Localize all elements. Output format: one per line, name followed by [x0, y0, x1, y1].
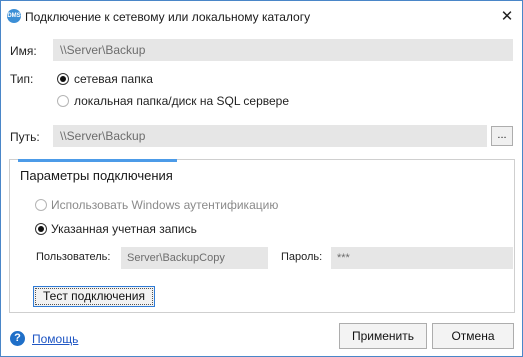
radio-selected-dot: [38, 226, 44, 232]
type-label: Тип:: [10, 72, 34, 86]
radio-network-folder-label[interactable]: сетевая папка: [74, 72, 153, 86]
test-connection-button[interactable]: Тест подключения: [33, 286, 155, 307]
path-label: Путь:: [10, 130, 40, 144]
radio-specified-account-label[interactable]: Указанная учетная запись: [51, 222, 197, 236]
title-bar: DMS Подключение к сетевому или локальном…: [1, 1, 522, 31]
user-field[interactable]: Server\BackupCopy: [121, 247, 268, 269]
apply-button[interactable]: Применить: [339, 323, 427, 349]
radio-local-folder-label[interactable]: локальная папка/диск на SQL сервере: [74, 94, 289, 108]
app-icon: DMS: [7, 9, 21, 23]
path-field[interactable]: \\Server\Backup: [53, 125, 487, 147]
connection-params-title: Параметры подключения: [20, 168, 173, 183]
radio-selected-dot: [60, 76, 66, 82]
help-link[interactable]: Помощь: [32, 332, 78, 346]
radio-network-folder[interactable]: [57, 73, 69, 85]
password-label: Пароль:: [281, 251, 323, 263]
radio-windows-auth-label[interactable]: Использовать Windows аутентификацию: [51, 198, 278, 212]
cancel-button[interactable]: Отмена: [432, 323, 514, 349]
help-icon[interactable]: ?: [10, 331, 25, 346]
group-tab-indicator: [18, 159, 177, 162]
radio-local-folder[interactable]: [57, 95, 69, 107]
browse-button[interactable]: ...: [491, 126, 513, 146]
name-label: Имя:: [10, 44, 37, 58]
password-field[interactable]: ***: [331, 247, 513, 269]
radio-specified-account[interactable]: [35, 223, 47, 235]
radio-windows-auth[interactable]: [35, 199, 47, 211]
name-field[interactable]: \\Server\Backup: [53, 39, 513, 61]
close-icon[interactable]: ✕: [498, 9, 516, 25]
window-title: Подключение к сетевому или локальному ка…: [25, 10, 311, 24]
dialog-window: DMS Подключение к сетевому или локальном…: [0, 0, 523, 357]
user-label: Пользователь:: [36, 251, 111, 263]
